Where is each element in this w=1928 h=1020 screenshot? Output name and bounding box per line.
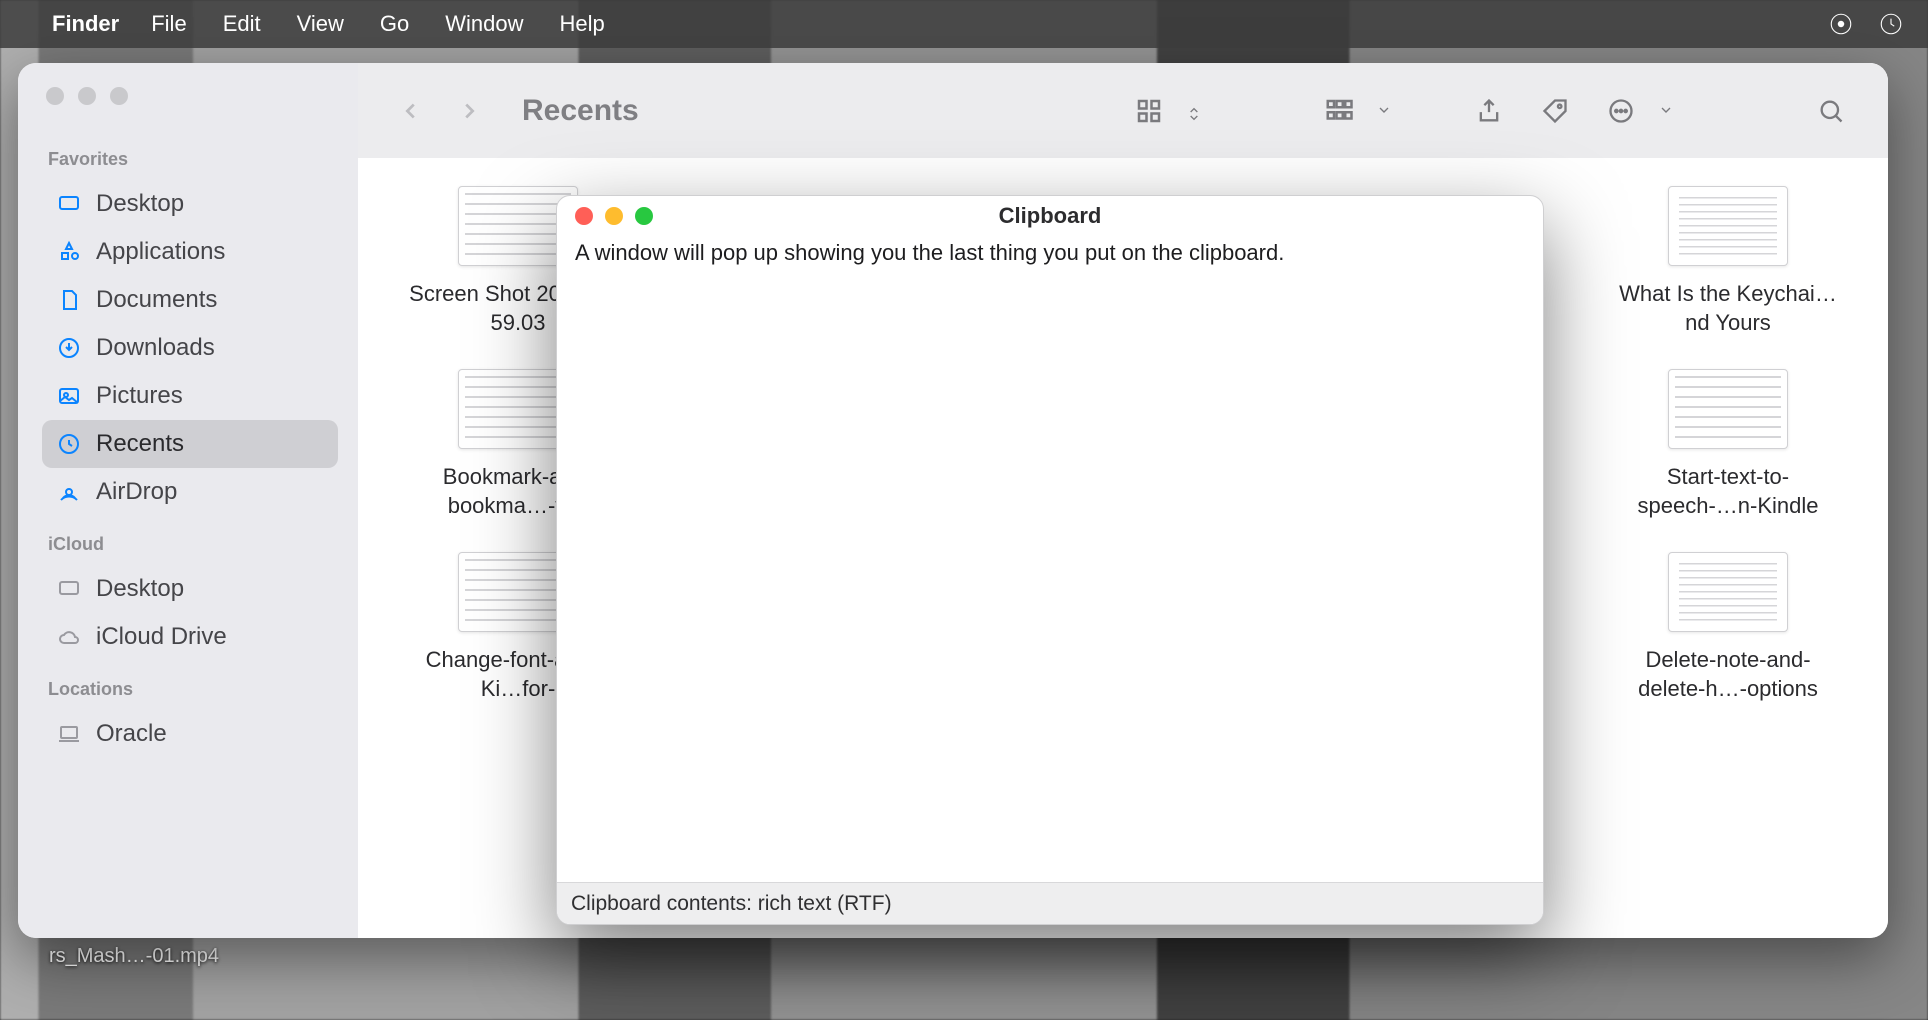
file-item[interactable]: Start-text-to-speech-…n-Kindle	[1618, 369, 1838, 520]
file-column: What Is the Keychai…nd Yours Start-text-…	[1608, 186, 1848, 910]
clipboard-window: Clipboard A window will pop up showing y…	[556, 195, 1544, 925]
updown-icon[interactable]	[1186, 102, 1204, 120]
menu-window[interactable]: Window	[445, 11, 523, 37]
file-name: Start-text-to-speech-…n-Kindle	[1618, 463, 1838, 520]
window-title: Clipboard	[557, 203, 1543, 229]
sidebar-item-icloud-desktop[interactable]: Desktop	[42, 565, 338, 613]
tags-button[interactable]	[1536, 92, 1574, 130]
close-button[interactable]	[575, 207, 593, 225]
desktop-icon	[56, 191, 82, 217]
sidebar-item-label: Downloads	[96, 334, 215, 362]
recents-icon	[56, 431, 82, 457]
group-button[interactable]	[1320, 92, 1358, 130]
documents-icon	[56, 287, 82, 313]
minimize-dot[interactable]	[78, 87, 96, 105]
sidebar-item-airdrop[interactable]: AirDrop	[42, 468, 338, 516]
sidebar-item-documents[interactable]: Documents	[42, 276, 338, 324]
sidebar-item-label: Recents	[96, 430, 184, 458]
menu-edit[interactable]: Edit	[223, 11, 261, 37]
sidebar-item-downloads[interactable]: Downloads	[42, 324, 338, 372]
chevron-down-icon[interactable]	[1658, 102, 1676, 120]
menu-help[interactable]: Help	[560, 11, 605, 37]
zoom-dot[interactable]	[110, 87, 128, 105]
sidebar-item-desktop[interactable]: Desktop	[42, 180, 338, 228]
desktop-icon	[56, 576, 82, 602]
clipboard-content: A window will pop up showing you the las…	[557, 236, 1543, 882]
menu-bar: Finder File Edit View Go Window Help	[0, 0, 1928, 48]
time-machine-icon[interactable]	[1878, 11, 1904, 37]
desktop-file-label[interactable]: rs_Mash…-01.mp4	[24, 945, 244, 968]
menu-view[interactable]: View	[297, 11, 344, 37]
sidebar-item-applications[interactable]: Applications	[42, 228, 338, 276]
section-locations: Locations	[48, 679, 338, 700]
location-title: Recents	[522, 94, 639, 128]
file-item[interactable]: Delete-note-and-delete-h…-options	[1618, 552, 1838, 703]
zoom-button[interactable]	[635, 207, 653, 225]
sidebar-item-label: Applications	[96, 238, 225, 266]
window-controls	[46, 87, 338, 105]
file-name: What Is the Keychai…nd Yours	[1618, 280, 1838, 337]
sidebar-item-label: AirDrop	[96, 478, 177, 506]
cloud-icon	[56, 624, 82, 650]
screen-record-icon[interactable]	[1828, 11, 1854, 37]
view-icons-button[interactable]	[1130, 92, 1168, 130]
close-dot[interactable]	[46, 87, 64, 105]
share-button[interactable]	[1470, 92, 1508, 130]
sidebar-item-label: Desktop	[96, 190, 184, 218]
sidebar-item-label: Documents	[96, 286, 217, 314]
clipboard-status: Clipboard contents: rich text (RTF)	[557, 882, 1543, 924]
file-item[interactable]: What Is the Keychai…nd Yours	[1618, 186, 1838, 337]
clipboard-titlebar: Clipboard	[557, 196, 1543, 236]
menu-file[interactable]: File	[151, 11, 186, 37]
sidebar-item-label: Oracle	[96, 720, 167, 748]
sidebar-item-label: iCloud Drive	[96, 623, 227, 651]
menu-go[interactable]: Go	[380, 11, 409, 37]
section-icloud: iCloud	[48, 534, 338, 555]
airdrop-icon	[56, 479, 82, 505]
downloads-icon	[56, 335, 82, 361]
sidebar: Favorites Desktop Applications Documents…	[18, 63, 358, 938]
minimize-button[interactable]	[605, 207, 623, 225]
chevron-down-icon[interactable]	[1376, 102, 1394, 120]
forward-button[interactable]	[454, 96, 484, 126]
app-name[interactable]: Finder	[52, 11, 119, 37]
applications-icon	[56, 239, 82, 265]
search-button[interactable]	[1812, 92, 1850, 130]
sidebar-item-recents[interactable]: Recents	[42, 420, 338, 468]
computer-icon	[56, 721, 82, 747]
file-thumbnail	[1668, 369, 1788, 449]
sidebar-item-label: Pictures	[96, 382, 183, 410]
more-button[interactable]	[1602, 92, 1640, 130]
sidebar-item-pictures[interactable]: Pictures	[42, 372, 338, 420]
file-name: Delete-note-and-delete-h…-options	[1618, 646, 1838, 703]
finder-toolbar: Recents	[358, 63, 1888, 158]
sidebar-item-icloud-drive[interactable]: iCloud Drive	[42, 613, 338, 661]
pictures-icon	[56, 383, 82, 409]
sidebar-item-label: Desktop	[96, 575, 184, 603]
back-button[interactable]	[396, 96, 426, 126]
sidebar-item-oracle[interactable]: Oracle	[42, 710, 338, 758]
section-favorites: Favorites	[48, 149, 338, 170]
file-thumbnail	[1668, 186, 1788, 266]
file-thumbnail	[1668, 552, 1788, 632]
window-controls	[575, 207, 653, 225]
